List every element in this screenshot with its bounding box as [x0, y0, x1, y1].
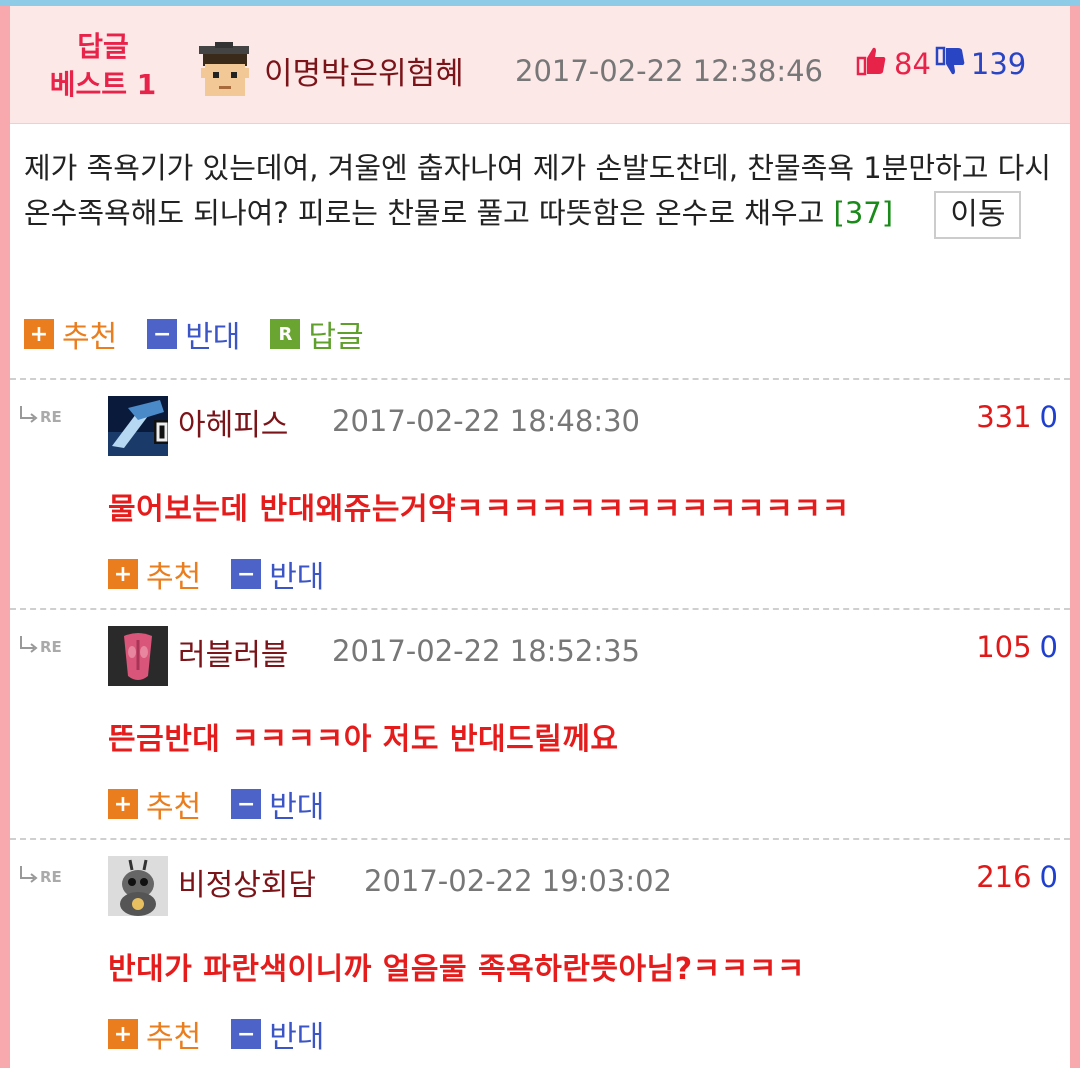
- reply-item: RE 아헤피스 2017-02-22 18:48:30 331 0 물어보는데 반…: [10, 380, 1070, 610]
- best-badge: 답글 베스트 1: [38, 28, 168, 104]
- reply-arrow-icon: RE: [18, 634, 78, 658]
- reply-arrow-icon: RE: [18, 404, 78, 428]
- re-label: RE: [40, 868, 62, 886]
- reply-up-count: 331: [976, 400, 1032, 434]
- re-label: RE: [40, 638, 62, 656]
- avatar[interactable]: [193, 42, 253, 102]
- reply-up-count: 105: [976, 630, 1032, 664]
- plus-icon: +: [108, 1019, 138, 1049]
- reply-date: 2017-02-22 19:03:02: [364, 864, 672, 898]
- reply-r-icon: R: [270, 319, 301, 349]
- post-actions: + 추천 − 반대 R 답글: [24, 312, 394, 356]
- reply-button[interactable]: R 답글: [270, 312, 364, 356]
- best-author-name[interactable]: 이명박은위험혜: [264, 48, 464, 93]
- post-comment-count[interactable]: [37]: [834, 196, 894, 230]
- reply-arrow-icon: RE: [18, 864, 78, 888]
- oppose-label: 반대: [185, 320, 241, 355]
- avatar[interactable]: [108, 396, 168, 456]
- minus-icon: −: [231, 1019, 262, 1049]
- recommend-label: 추천: [146, 1020, 202, 1055]
- reply-label: 답글: [308, 320, 364, 355]
- comment-frame: 답글 베스트 1 이명박은위험혜 2017-02-22 12:38:46 84 …: [0, 6, 1080, 1068]
- oppose-button[interactable]: − 반대: [231, 552, 324, 596]
- minus-icon: −: [231, 789, 262, 819]
- reply-actions: + 추천 − 반대: [108, 782, 354, 826]
- thumbs-up-icon[interactable]: [856, 45, 888, 84]
- recommend-label: 추천: [62, 320, 118, 355]
- reply-author[interactable]: 아헤피스: [178, 400, 288, 444]
- post-body: 제가 족욕기가 있는데여, 겨울엔 춥자나여 제가 손발도찬데, 찬물족욕 1분…: [24, 146, 1054, 239]
- reply-votes: 331 0: [976, 400, 1058, 434]
- reply-up-count: 216: [976, 860, 1032, 894]
- avatar[interactable]: [108, 856, 168, 916]
- re-label: RE: [40, 408, 62, 426]
- reply-date: 2017-02-22 18:48:30: [332, 404, 640, 438]
- reply-text: 반대가 파란색이니까 얼음물 족욕하란뜻아님?ㅋㅋㅋㅋ: [108, 952, 806, 987]
- plus-icon: +: [24, 319, 54, 349]
- oppose-label: 반대: [269, 1020, 325, 1055]
- reply-votes: 216 0: [976, 860, 1058, 894]
- oppose-label: 반대: [269, 790, 325, 825]
- reply-votes: 105 0: [976, 630, 1058, 664]
- reply-text: 물어보는데 반대왜쥬는거약ㅋㅋㅋㅋㅋㅋㅋㅋㅋㅋㅋㅋㅋㅋ: [108, 492, 850, 527]
- reply-author[interactable]: 비정상회담: [178, 860, 316, 904]
- recommend-button[interactable]: + 추천: [24, 312, 117, 356]
- avatar[interactable]: [108, 626, 168, 686]
- reply-down-count: 0: [1039, 400, 1058, 434]
- minus-icon: −: [231, 559, 262, 589]
- post-text: 제가 족욕기가 있는데여, 겨울엔 춥자나여 제가 손발도찬데, 찬물족욕 1분…: [24, 151, 1051, 230]
- oppose-button[interactable]: − 반대: [147, 312, 240, 356]
- recommend-button[interactable]: + 추천: [108, 1012, 201, 1056]
- reply-actions: + 추천 − 반대: [108, 552, 354, 596]
- best-badge-line1: 답글: [77, 30, 129, 63]
- reply-down-count: 0: [1039, 860, 1058, 894]
- oppose-button[interactable]: − 반대: [231, 782, 324, 826]
- best-up-count: 84: [894, 47, 931, 81]
- reply-item: RE 러블러블 2017-02-22 18:52:35 105 0 뜬금반대 ㅋㅋ…: [10, 610, 1070, 840]
- oppose-label: 반대: [269, 560, 325, 595]
- move-button[interactable]: 이동: [934, 191, 1022, 239]
- reply-date: 2017-02-22 18:52:35: [332, 634, 640, 668]
- best-reply-header: 답글 베스트 1 이명박은위험혜 2017-02-22 12:38:46 84 …: [10, 6, 1070, 124]
- recommend-button[interactable]: + 추천: [108, 782, 201, 826]
- best-down-count: 139: [970, 47, 1027, 81]
- best-vote-box: 84 139: [856, 44, 1026, 84]
- best-badge-line2: 베스트 1: [49, 68, 157, 101]
- minus-icon: −: [147, 319, 178, 349]
- reply-author[interactable]: 러블러블: [178, 630, 288, 674]
- recommend-label: 추천: [146, 790, 202, 825]
- reply-item: RE 비정상회담 2017-02-22 19:03:02 216 0 반대가 파란…: [10, 840, 1070, 1068]
- reply-down-count: 0: [1039, 630, 1058, 664]
- reply-actions: + 추천 − 반대: [108, 1012, 354, 1056]
- plus-icon: +: [108, 789, 138, 819]
- recommend-label: 추천: [146, 560, 202, 595]
- best-post-date: 2017-02-22 12:38:46: [515, 54, 823, 88]
- oppose-button[interactable]: − 반대: [231, 1012, 324, 1056]
- plus-icon: +: [108, 559, 138, 589]
- reply-text: 뜬금반대 ㅋㅋㅋㅋ아 저도 반대드릴께요: [108, 722, 619, 757]
- recommend-button[interactable]: + 추천: [108, 552, 201, 596]
- thumbs-down-icon[interactable]: [935, 45, 967, 84]
